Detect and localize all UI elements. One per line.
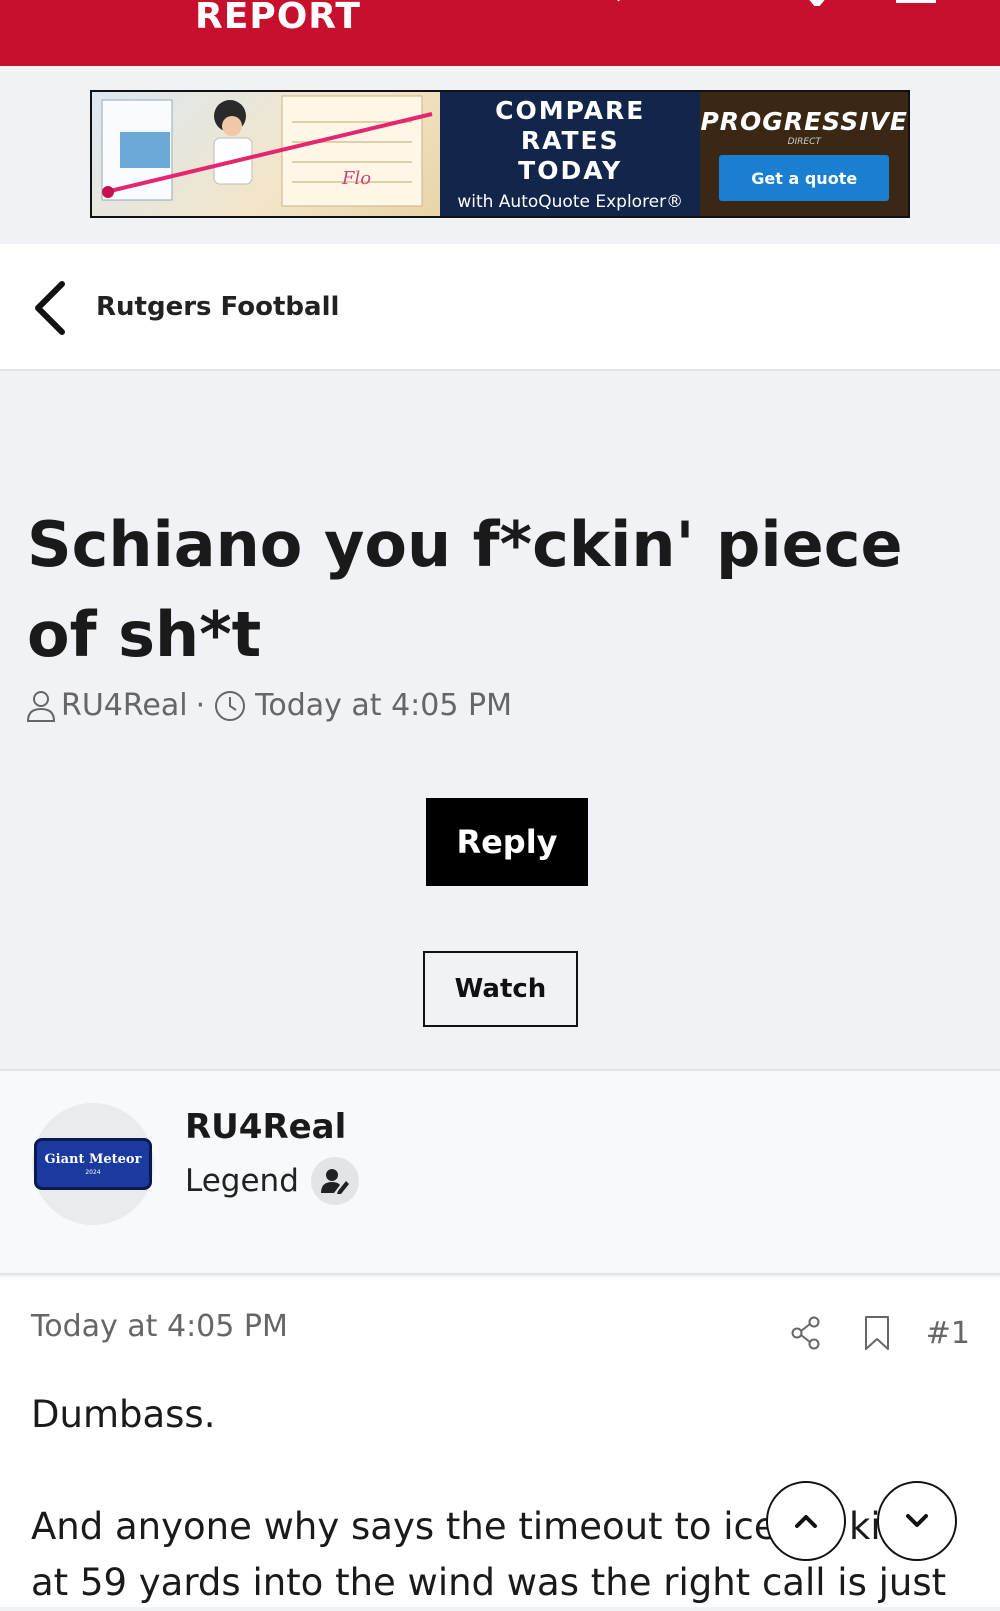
svg-text:Flo: Flo xyxy=(341,168,371,189)
avatar[interactable]: Giant Meteor 2024 xyxy=(32,1103,154,1225)
scroll-down-button[interactable] xyxy=(877,1481,957,1561)
ad-headline: COMPARE RATES TODAY xyxy=(495,96,646,185)
chevron-up-icon xyxy=(795,1515,817,1528)
ad-sponsor: PROGRESSIVE DIRECT Get a quote xyxy=(700,92,908,216)
watch-button[interactable]: Watch xyxy=(423,951,578,1027)
avatar-sticker-text: Giant Meteor xyxy=(44,1152,142,1167)
meta-separator: · xyxy=(195,688,206,723)
sponsor-sub: DIRECT xyxy=(787,137,821,147)
thread-title: Schiano you f*ckin' piece of sh*t xyxy=(27,508,903,671)
post-time[interactable]: Today at 4:05 PM xyxy=(31,1309,288,1344)
search-icon[interactable] xyxy=(590,0,634,6)
get-quote-button[interactable]: Get a quote xyxy=(719,155,890,201)
post-message: Today at 4:05 PM #1 Dumbass. And anyone … xyxy=(0,1277,1000,1607)
thread-author[interactable]: RU4Real xyxy=(61,688,188,723)
post-line-fragment: ki xyxy=(849,1505,881,1548)
site-brand[interactable]: REPORT xyxy=(195,0,361,37)
top-header: REPORT xyxy=(0,0,1000,66)
bookmark-icon[interactable] xyxy=(862,1315,892,1351)
ad-art-icon: Flo xyxy=(101,95,433,207)
chevron-down-icon xyxy=(906,1514,928,1527)
clock-icon xyxy=(215,690,246,721)
post-line: at 59 yards into the wind was the right … xyxy=(31,1561,947,1604)
post-author-card: Giant Meteor 2024 RU4Real Legend xyxy=(0,1069,1000,1275)
post-paragraph: Dumbass. xyxy=(31,1393,216,1436)
ad-illustration: Flo xyxy=(92,92,440,216)
menu-icon[interactable] xyxy=(894,0,938,6)
user-edit-icon xyxy=(310,1157,359,1205)
thread-meta: RU4Real · Today at 4:05 PM xyxy=(25,688,512,723)
author-role-label: Legend xyxy=(185,1163,299,1199)
author-name[interactable]: RU4Real xyxy=(185,1107,346,1147)
ad-message: COMPARE RATES TODAY with AutoQuote Explo… xyxy=(440,92,701,216)
chat-icon[interactable] xyxy=(488,0,532,6)
thread-time[interactable]: Today at 4:05 PM xyxy=(255,688,512,723)
ad-subline: with AutoQuote Explorer® xyxy=(457,192,684,212)
reply-button[interactable]: Reply xyxy=(426,798,588,886)
avatar-sticker-year: 2024 xyxy=(85,1169,101,1176)
ad-container: Flo COMPARE RATES TODAY with AutoQuote E… xyxy=(0,66,1000,244)
ad-banner[interactable]: Flo COMPARE RATES TODAY with AutoQuote E… xyxy=(90,90,910,218)
post-number[interactable]: #1 xyxy=(926,1316,970,1351)
avatar-image: Giant Meteor 2024 xyxy=(34,1138,152,1190)
share-icon[interactable] xyxy=(790,1316,822,1350)
post-actions: #1 xyxy=(790,1315,970,1351)
breadcrumb-forum-link[interactable]: Rutgers Football xyxy=(96,292,339,322)
author-role: Legend xyxy=(185,1157,359,1205)
post-line: And anyone why says the timeout to ice xyxy=(31,1505,777,1548)
scroll-up-button[interactable] xyxy=(766,1481,846,1561)
sponsor-logo: PROGRESSIVE xyxy=(700,107,908,136)
user-icon xyxy=(26,690,56,722)
alerts-icon[interactable] xyxy=(690,0,734,6)
notification-icon[interactable] xyxy=(795,0,839,6)
chevron-left-icon[interactable] xyxy=(30,278,70,338)
breadcrumb: Rutgers Football xyxy=(0,244,1000,371)
